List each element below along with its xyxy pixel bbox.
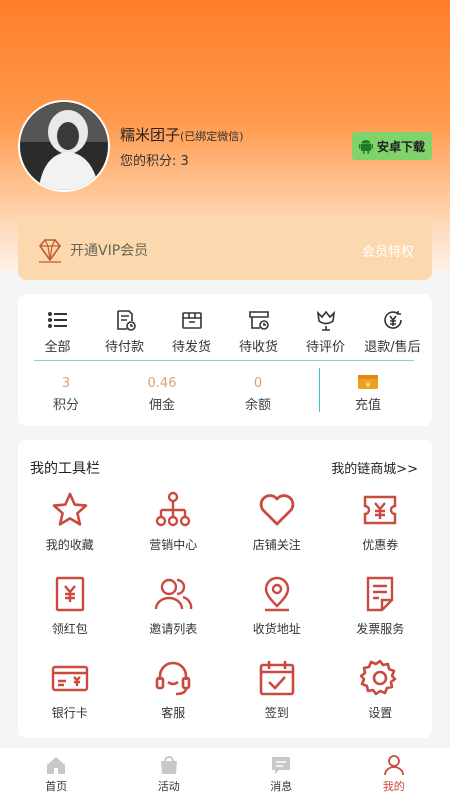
tab-activity[interactable]: 活动	[113, 748, 226, 800]
calendar-check-icon	[259, 661, 295, 696]
location-icon	[264, 576, 289, 612]
review-icon	[316, 310, 335, 331]
tab-messages[interactable]: 消息	[225, 748, 338, 800]
stat-balance[interactable]: 0 余额	[210, 366, 306, 422]
wechat-bound-note: (已绑定微信)	[180, 130, 244, 143]
tool-settings[interactable]: 设置	[329, 658, 433, 736]
recharge-button[interactable]: ¥ 充值	[328, 374, 408, 413]
receive-icon	[248, 311, 269, 330]
stat-points[interactable]: 3 积分	[18, 366, 114, 422]
home-icon	[47, 757, 66, 774]
order-pending-shipment[interactable]: 待发货	[161, 308, 223, 355]
avatar[interactable]	[18, 100, 110, 192]
order-all[interactable]: 全部	[27, 308, 89, 355]
diamond-icon	[38, 239, 62, 263]
tool-invoice[interactable]: 发票服务	[329, 574, 433, 652]
network-icon	[156, 491, 191, 527]
tab-mine[interactable]: 我的	[338, 748, 450, 800]
tool-marketing[interactable]: 营销中心	[122, 490, 226, 568]
tool-invite-list[interactable]: 邀请列表	[122, 574, 226, 652]
tool-customer-service[interactable]: 客服	[122, 658, 226, 736]
svg-text:¥: ¥	[366, 381, 371, 389]
coupon-icon	[364, 495, 397, 525]
message-icon	[272, 757, 291, 774]
stat-commission[interactable]: 0.46 佣金	[114, 366, 210, 422]
tools-card: 我的工具栏 我的链商城>> 我的收藏 营销中心 店铺关注 优惠券 领红包 邀请列…	[18, 440, 432, 738]
tool-coupon[interactable]: 优惠券	[329, 490, 433, 568]
android-download-button[interactable]: 安卓下载	[352, 132, 432, 160]
headset-icon	[155, 661, 191, 696]
heart-icon	[259, 494, 294, 526]
android-icon	[358, 140, 373, 154]
tools-title: 我的工具栏	[30, 461, 100, 477]
user-icon	[383, 755, 404, 776]
payment-pending-icon	[116, 310, 136, 331]
order-pending-review[interactable]: 待评价	[295, 308, 357, 355]
mall-link[interactable]: 我的链商城>>	[331, 458, 418, 477]
red-envelope-icon	[55, 576, 84, 612]
bottom-tabbar: 首页 活动 消息 我的	[0, 748, 450, 800]
vip-bar[interactable]: 开通VIP会员 会员特权	[18, 220, 432, 280]
tool-favorites[interactable]: 我的收藏	[18, 490, 122, 568]
points-text: 您的积分: 3	[120, 154, 189, 169]
vip-privilege-link[interactable]: 会员特权	[362, 241, 414, 260]
open-vip-label: 开通VIP会员	[70, 243, 149, 259]
profile-name: 糯米团子(已绑定微信)	[120, 126, 244, 144]
refund-icon	[383, 311, 402, 329]
wallet-icon: ¥	[358, 375, 378, 389]
star-icon	[52, 492, 88, 526]
tool-red-envelope[interactable]: 领红包	[18, 574, 122, 652]
orders-card: 全部 待付款 待发货 待收货 待评价 退款/售后 3 积分 0.46 佣金 0 …	[18, 294, 432, 426]
bank-card-icon	[51, 665, 88, 692]
stat-separator	[319, 368, 320, 412]
users-icon	[155, 578, 193, 610]
order-refund[interactable]: 退款/售后	[362, 308, 424, 355]
tool-store-follow[interactable]: 店铺关注	[225, 490, 329, 568]
invoice-icon	[367, 576, 394, 612]
tool-bank-card[interactable]: 银行卡	[18, 658, 122, 736]
box-icon	[181, 312, 202, 329]
tab-home[interactable]: 首页	[0, 748, 113, 800]
gear-icon	[360, 659, 397, 696]
bag-icon	[160, 756, 177, 774]
order-pending-payment[interactable]: 待付款	[94, 308, 156, 355]
tool-address[interactable]: 收货地址	[225, 574, 329, 652]
order-pending-receipt[interactable]: 待收货	[228, 308, 290, 355]
tool-checkin[interactable]: 签到	[225, 658, 329, 736]
list-icon	[47, 312, 67, 328]
order-divider	[34, 360, 414, 361]
